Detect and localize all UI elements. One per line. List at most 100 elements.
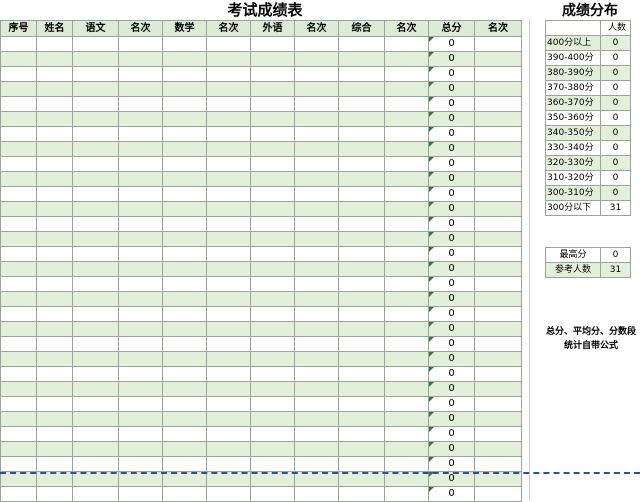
table-cell[interactable] [474, 276, 522, 292]
table-cell[interactable] [384, 261, 429, 277]
table-cell[interactable] [384, 51, 429, 67]
table-cell[interactable] [384, 126, 429, 142]
total-cell[interactable]: 0 [428, 261, 475, 277]
total-cell[interactable]: 0 [428, 246, 475, 262]
table-cell[interactable] [36, 96, 73, 112]
table-cell[interactable] [72, 216, 119, 232]
table-cell[interactable] [36, 441, 73, 457]
distribution-range[interactable]: 370-380分 [545, 80, 601, 96]
table-cell[interactable] [338, 381, 385, 397]
total-cell[interactable]: 0 [428, 366, 475, 382]
table-cell[interactable] [36, 126, 73, 142]
table-cell[interactable] [72, 141, 119, 157]
table-cell[interactable] [36, 366, 73, 382]
table-cell[interactable] [118, 246, 163, 262]
table-cell[interactable] [0, 171, 37, 187]
table-cell[interactable] [294, 141, 339, 157]
distribution-count[interactable]: 0 [600, 185, 631, 201]
distribution-range[interactable]: 380-390分 [545, 65, 601, 81]
table-cell[interactable] [474, 261, 522, 277]
table-cell[interactable] [206, 336, 251, 352]
table-cell[interactable] [118, 336, 163, 352]
table-cell[interactable] [474, 321, 522, 337]
table-cell[interactable] [72, 66, 119, 82]
table-cell[interactable] [294, 441, 339, 457]
table-cell[interactable] [206, 321, 251, 337]
distribution-count[interactable]: 0 [600, 155, 631, 171]
table-cell[interactable] [250, 291, 295, 307]
table-cell[interactable] [294, 321, 339, 337]
table-cell[interactable] [72, 396, 119, 412]
table-cell[interactable] [72, 231, 119, 247]
table-cell[interactable] [36, 276, 73, 292]
table-cell[interactable] [294, 111, 339, 127]
table-cell[interactable] [162, 231, 207, 247]
table-cell[interactable] [0, 396, 37, 412]
table-cell[interactable] [294, 411, 339, 427]
table-cell[interactable] [0, 276, 37, 292]
table-cell[interactable] [206, 126, 251, 142]
table-cell[interactable] [72, 321, 119, 337]
table-cell[interactable] [72, 126, 119, 142]
table-cell[interactable] [0, 261, 37, 277]
table-cell[interactable] [118, 186, 163, 202]
total-cell[interactable]: 0 [428, 396, 475, 412]
table-cell[interactable] [36, 321, 73, 337]
table-cell[interactable] [474, 111, 522, 127]
table-cell[interactable] [118, 126, 163, 142]
table-cell[interactable] [474, 126, 522, 142]
table-cell[interactable] [474, 336, 522, 352]
table-cell[interactable] [294, 231, 339, 247]
table-cell[interactable] [250, 111, 295, 127]
table-cell[interactable] [206, 216, 251, 232]
header-cell-foreign[interactable]: 外语 [250, 20, 295, 37]
table-cell[interactable] [0, 81, 37, 97]
table-cell[interactable] [294, 351, 339, 367]
table-cell[interactable] [338, 201, 385, 217]
table-cell[interactable] [162, 351, 207, 367]
table-cell[interactable] [0, 381, 37, 397]
table-cell[interactable] [36, 336, 73, 352]
table-cell[interactable] [474, 396, 522, 412]
table-cell[interactable] [294, 126, 339, 142]
header-cell-rank[interactable]: 名次 [118, 20, 163, 37]
table-cell[interactable] [162, 171, 207, 187]
table-cell[interactable] [206, 246, 251, 262]
table-cell[interactable] [384, 336, 429, 352]
table-cell[interactable] [118, 456, 163, 472]
table-cell[interactable] [384, 156, 429, 172]
table-cell[interactable] [474, 81, 522, 97]
table-cell[interactable] [0, 351, 37, 367]
table-cell[interactable] [0, 456, 37, 472]
table-cell[interactable] [36, 351, 73, 367]
table-cell[interactable] [162, 96, 207, 112]
table-cell[interactable] [206, 456, 251, 472]
table-cell[interactable] [36, 246, 73, 262]
table-cell[interactable] [474, 486, 522, 502]
header-cell-name[interactable]: 姓名 [36, 20, 73, 37]
table-cell[interactable] [0, 231, 37, 247]
distribution-count[interactable]: 0 [600, 110, 631, 126]
distribution-range[interactable]: 400分以上 [545, 35, 601, 51]
table-cell[interactable] [206, 276, 251, 292]
table-cell[interactable] [206, 261, 251, 277]
total-cell[interactable]: 0 [428, 291, 475, 307]
table-cell[interactable] [206, 441, 251, 457]
table-cell[interactable] [72, 351, 119, 367]
table-cell[interactable] [206, 291, 251, 307]
table-cell[interactable] [72, 306, 119, 322]
table-cell[interactable] [0, 366, 37, 382]
table-cell[interactable] [338, 396, 385, 412]
distribution-count[interactable]: 31 [600, 200, 631, 216]
table-cell[interactable] [384, 171, 429, 187]
table-cell[interactable] [338, 186, 385, 202]
table-cell[interactable] [0, 411, 37, 427]
total-cell[interactable]: 0 [428, 111, 475, 127]
table-cell[interactable] [250, 336, 295, 352]
participants-value[interactable]: 31 [600, 262, 631, 278]
table-cell[interactable] [338, 81, 385, 97]
total-cell[interactable]: 0 [428, 426, 475, 442]
distribution-count[interactable]: 0 [600, 50, 631, 66]
distribution-range[interactable]: 330-340分 [545, 140, 601, 156]
table-cell[interactable] [118, 411, 163, 427]
